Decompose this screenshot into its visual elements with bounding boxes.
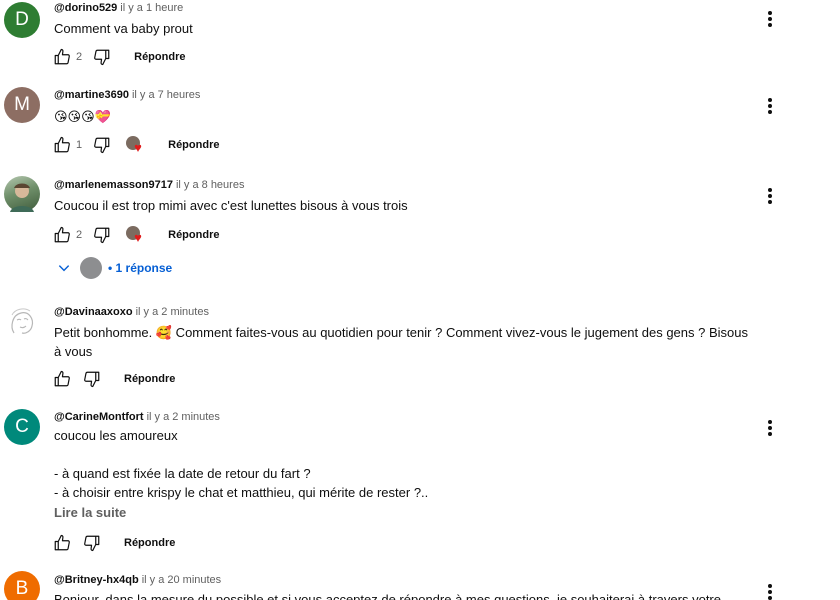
heart-icon: ♥: [134, 140, 142, 155]
comment-body: @dorino529 il y a 1 heure Comment va baby…: [54, 1, 780, 38]
comment-actions: 2 ♥ Répondre: [52, 224, 219, 246]
author-name[interactable]: @Davinaaxoxo: [54, 306, 133, 318]
reply-button[interactable]: Répondre: [124, 373, 175, 385]
comment-text: Bonjour, dans la mesure du possible et s…: [54, 592, 721, 600]
comment-meta: @Britney-hx4qb il y a 20 minutes: [54, 573, 780, 587]
sketch-face-icon: [11, 308, 34, 334]
avatar[interactable]: D: [4, 2, 40, 38]
comment-body: @marlenemasson9717 il y a 8 heures Coucou…: [54, 178, 780, 215]
comment-text: coucou les amoureux - à quand est fixée …: [54, 428, 429, 500]
thumb-down-icon[interactable]: [92, 135, 112, 155]
thumb-up-icon[interactable]: [52, 135, 72, 155]
creator-heart-icon: ♥: [126, 224, 148, 246]
creator-heart-icon: ♥: [126, 134, 148, 156]
heart-icon: ♥: [134, 230, 142, 245]
like-count: 2: [76, 51, 83, 63]
author-name[interactable]: @martine3690: [54, 89, 129, 101]
comment-time[interactable]: il y a 2 minutes: [147, 411, 220, 423]
like-count: 2: [76, 229, 83, 241]
comment-body: @Britney-hx4qb il y a 20 minutes Bonjour,…: [54, 573, 780, 600]
author-name[interactable]: @dorino529: [54, 2, 117, 14]
comment-time[interactable]: il y a 1 heure: [120, 2, 183, 14]
comment-text: Comment va baby prout: [54, 21, 193, 36]
reply-avatar: [80, 257, 102, 279]
author-name[interactable]: @marlenemasson9717: [54, 179, 173, 191]
comment-meta: @dorino529 il y a 1 heure: [54, 1, 780, 15]
thumb-down-icon[interactable]: [92, 47, 112, 67]
thumb-down-icon[interactable]: [82, 369, 102, 389]
comment-meta: @martine3690 il y a 7 heures: [54, 88, 780, 102]
comment-time[interactable]: il y a 2 minutes: [136, 306, 209, 318]
comment-actions: Répondre: [52, 368, 175, 390]
comment-meta: @marlenemasson9717 il y a 8 heures: [54, 178, 780, 192]
comment-body: @Davinaaxoxo il y a 2 minutes Petit bonho…: [54, 305, 780, 361]
comment-text: Petit bonhomme. 🥰 Comment faites-vous au…: [54, 325, 748, 359]
comment-body: @CarineMontfort il y a 2 minutes coucou l…: [54, 410, 780, 520]
comment-text: Coucou il est trop mimi avec c'est lunet…: [54, 198, 408, 213]
comment-actions: 1 ♥ Répondre: [52, 134, 219, 156]
more-vert-icon[interactable]: [766, 98, 774, 116]
comment-time[interactable]: il y a 20 minutes: [142, 574, 221, 586]
like-count: 1: [76, 139, 83, 151]
replies-count-label: • 1 réponse: [108, 261, 173, 275]
more-vert-icon[interactable]: [766, 584, 774, 600]
thumb-up-icon[interactable]: [52, 533, 72, 553]
comment-time[interactable]: il y a 7 heures: [132, 89, 200, 101]
more-vert-icon[interactable]: [766, 11, 774, 29]
avatar[interactable]: [4, 303, 40, 339]
author-name[interactable]: @Britney-hx4qb: [54, 574, 139, 586]
more-vert-icon[interactable]: [766, 188, 774, 206]
author-name[interactable]: @CarineMontfort: [54, 411, 144, 423]
comment-text: 😘😘😘💝: [54, 109, 111, 124]
comment-meta: @CarineMontfort il y a 2 minutes: [54, 410, 780, 424]
thumb-up-icon[interactable]: [52, 47, 72, 67]
comment-meta: @Davinaaxoxo il y a 2 minutes: [54, 305, 780, 319]
avatar[interactable]: B: [4, 571, 40, 600]
comment-actions: Répondre: [52, 532, 175, 554]
avatar[interactable]: C: [4, 409, 40, 445]
profile-photo-icon: [10, 183, 34, 212]
reply-button[interactable]: Répondre: [168, 229, 219, 241]
comment-time[interactable]: il y a 8 heures: [176, 179, 244, 191]
comment-actions: 2 Répondre: [52, 46, 185, 68]
comment-body: @martine3690 il y a 7 heures 😘😘😘💝: [54, 88, 780, 126]
read-more-button[interactable]: Lire la suite: [54, 505, 780, 520]
chevron-down-icon: [54, 258, 74, 278]
thumb-up-icon[interactable]: [52, 369, 72, 389]
reply-button[interactable]: Répondre: [134, 51, 185, 63]
thumb-down-icon[interactable]: [82, 533, 102, 553]
more-vert-icon[interactable]: [766, 420, 774, 438]
view-replies-button[interactable]: • 1 réponse: [54, 257, 172, 279]
avatar[interactable]: [4, 176, 40, 212]
thumb-up-icon[interactable]: [52, 225, 72, 245]
avatar[interactable]: M: [4, 87, 40, 123]
reply-button[interactable]: Répondre: [124, 537, 175, 549]
reply-button[interactable]: Répondre: [168, 139, 219, 151]
thumb-down-icon[interactable]: [92, 225, 112, 245]
